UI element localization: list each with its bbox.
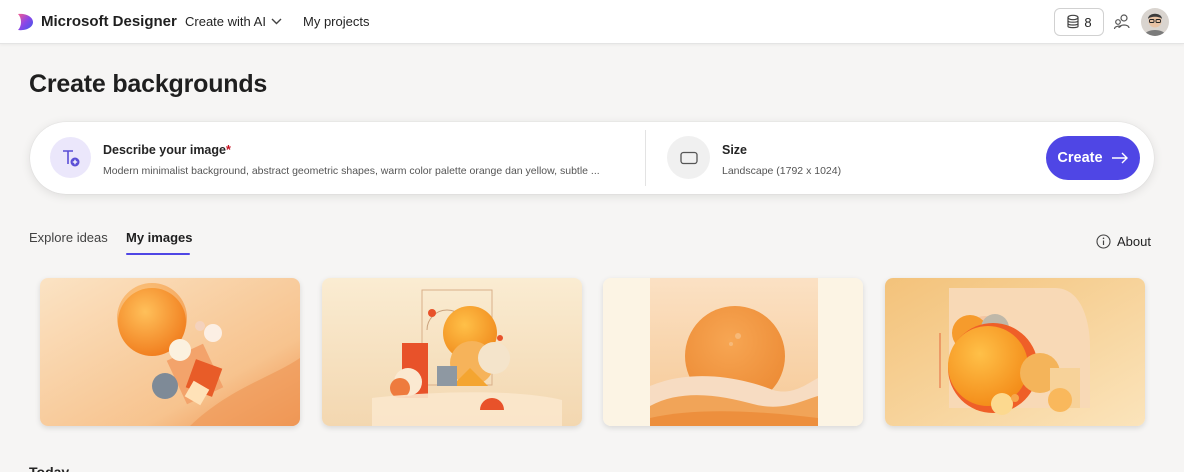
generated-image-1[interactable] bbox=[40, 278, 300, 426]
generated-image-4[interactable] bbox=[885, 278, 1145, 426]
landscape-size-icon[interactable] bbox=[667, 136, 710, 179]
generated-image-3[interactable] bbox=[603, 278, 863, 426]
size-label: Size bbox=[722, 143, 748, 157]
brand-name: Microsoft Designer bbox=[41, 13, 177, 30]
describe-image-label-text: Describe your image bbox=[103, 143, 226, 157]
describe-image-label: Describe your image* bbox=[103, 143, 231, 157]
create-button[interactable]: Create bbox=[1046, 136, 1140, 180]
create-button-label: Create bbox=[1057, 150, 1103, 166]
size-selector[interactable]: Landscape (1792 x 1024) bbox=[722, 165, 841, 177]
top-bar: Microsoft Designer Create with AI My pro… bbox=[0, 0, 1184, 44]
nav-create-label: Create with AI bbox=[185, 14, 266, 29]
generated-image-2[interactable] bbox=[322, 278, 582, 426]
nav-create-with-ai[interactable]: Create with AI bbox=[185, 14, 282, 29]
nav-my-projects[interactable]: My projects bbox=[303, 14, 369, 29]
credits-button[interactable]: 8 bbox=[1054, 8, 1104, 36]
text-prompt-icon[interactable] bbox=[50, 137, 91, 178]
tab-active-indicator bbox=[126, 253, 190, 255]
credits-coins-icon bbox=[1067, 14, 1079, 29]
about-button[interactable]: About bbox=[1096, 234, 1151, 249]
credits-count: 8 bbox=[1084, 14, 1092, 30]
tab-my-images[interactable]: My images bbox=[126, 230, 192, 245]
prompt-bar: Describe your image* Modern minimalist b… bbox=[30, 122, 1154, 194]
arrow-right-icon bbox=[1111, 152, 1128, 164]
info-icon bbox=[1096, 234, 1111, 249]
user-avatar[interactable] bbox=[1141, 8, 1169, 36]
required-asterisk: * bbox=[225, 143, 231, 157]
page-title: Create backgrounds bbox=[29, 70, 268, 98]
share-people-icon[interactable] bbox=[1113, 13, 1131, 31]
about-label: About bbox=[1117, 234, 1151, 249]
describe-image-input[interactable]: Modern minimalist background, abstract g… bbox=[103, 165, 633, 177]
chevron-down-icon bbox=[271, 18, 282, 25]
prompt-divider bbox=[645, 130, 646, 186]
tab-explore-ideas[interactable]: Explore ideas bbox=[29, 230, 108, 245]
designer-logo-icon[interactable] bbox=[16, 12, 34, 32]
section-today-heading: Today bbox=[29, 464, 70, 472]
